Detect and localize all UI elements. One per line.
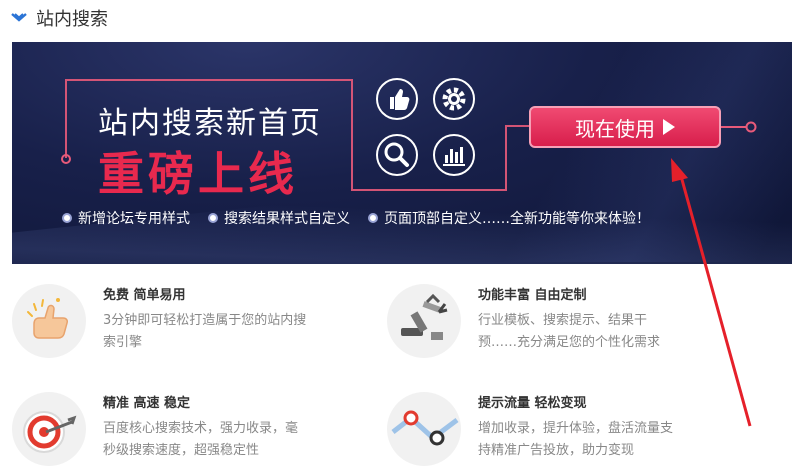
red-arrow-annotation — [671, 158, 752, 427]
